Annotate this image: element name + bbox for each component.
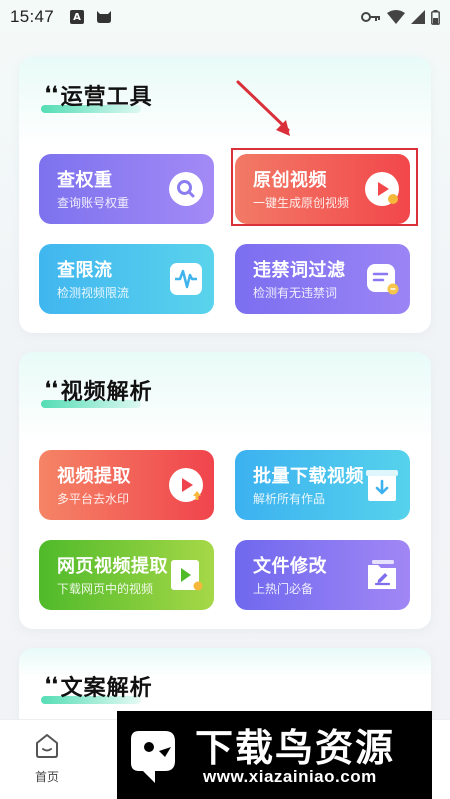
tool-title: 批量下载视频 — [253, 466, 364, 487]
play-icon — [365, 172, 399, 206]
tool-subtitle: 一键生成原创视频 — [253, 196, 350, 210]
tool-original-video[interactable]: 原创视频 一键生成原创视频 — [235, 154, 410, 224]
tool-batch-download[interactable]: 批量下载视频 解析所有作品 — [235, 450, 410, 520]
download-box-icon — [366, 470, 398, 501]
cat-icon — [97, 11, 112, 23]
tool-subtitle: 检测有无违禁词 — [253, 286, 338, 300]
edit-folder-icon — [368, 560, 396, 589]
search-icon — [169, 172, 203, 206]
tool-check-weight[interactable]: 查权重 查询账号权重 — [39, 154, 214, 224]
tool-banned-words[interactable]: 违禁词过滤 检测有无违禁词 — [235, 244, 410, 314]
section-ops-tools: ❛❛ 运营工具 查权重 查询账号权重 原创视频 一键生成原创视频 查限流 检测视… — [19, 57, 431, 333]
quote-mark-icon: ❛❛ — [45, 82, 59, 104]
tool-subtitle: 下载网页中的视频 — [57, 582, 154, 596]
quote-mark-icon: ❛❛ — [45, 377, 59, 399]
notification-a-icon: A — [70, 10, 85, 24]
play-upload-icon — [169, 468, 203, 502]
battery-icon — [431, 9, 440, 25]
quote-mark-icon: ❛❛ — [45, 673, 59, 695]
section-video-parse: ❛❛ 视频解析 视频提取 多平台去水印 批量下载视频 解析所有作品 网页视频提取… — [19, 352, 431, 629]
tool-file-modify[interactable]: 文件修改 上热门必备 — [235, 540, 410, 610]
watermark-url: www.xiazainiao.com — [203, 767, 377, 786]
tool-video-extract[interactable]: 视频提取 多平台去水印 — [39, 450, 214, 520]
tool-title: 查限流 — [57, 260, 113, 281]
tool-title: 文件修改 — [253, 556, 327, 577]
watermark-banner: 下载鸟资源 www.xiazainiao.com — [117, 711, 432, 799]
section-title-text: 视频解析 — [60, 380, 153, 405]
section-title-text: 文案解析 — [60, 676, 153, 701]
section-title-text: 运营工具 — [60, 85, 153, 110]
nav-home-label: 首页 — [34, 770, 59, 784]
tool-title: 视频提取 — [57, 466, 131, 487]
section-title: ❛❛ 视频解析 — [45, 374, 153, 406]
document-filter-icon — [367, 264, 399, 295]
tool-web-video-extract[interactable]: 网页视频提取 下载网页中的视频 — [39, 540, 214, 610]
watermark-title: 下载鸟资源 — [195, 726, 396, 770]
tool-title: 违禁词过滤 — [253, 260, 346, 281]
tool-subtitle: 检测视频限流 — [57, 286, 130, 300]
tool-subtitle: 解析所有作品 — [253, 492, 326, 506]
bird-logo-icon — [131, 731, 175, 783]
status-bar: 15:47 A — [0, 0, 450, 34]
tool-title: 原创视频 — [253, 170, 327, 191]
tool-title: 查权重 — [57, 170, 113, 191]
waveform-icon — [170, 263, 202, 295]
tool-title: 网页视频提取 — [57, 556, 168, 577]
nav-home[interactable]: 首页 — [22, 732, 72, 785]
section-title: ❛❛ 文案解析 — [45, 670, 153, 702]
tool-check-limit[interactable]: 查限流 检测视频限流 — [39, 244, 214, 314]
wifi-icon — [387, 10, 405, 24]
key-icon — [361, 12, 380, 22]
status-time: 15:47 — [10, 7, 55, 26]
home-icon — [36, 734, 58, 758]
tool-subtitle: 上热门必备 — [253, 582, 314, 596]
signal-icon — [411, 10, 425, 24]
status-icons — [361, 9, 440, 25]
tool-subtitle: 查询账号权重 — [57, 196, 130, 210]
section-title: ❛❛ 运营工具 — [45, 79, 153, 111]
video-file-icon — [171, 560, 203, 591]
tool-subtitle: 多平台去水印 — [57, 492, 130, 506]
